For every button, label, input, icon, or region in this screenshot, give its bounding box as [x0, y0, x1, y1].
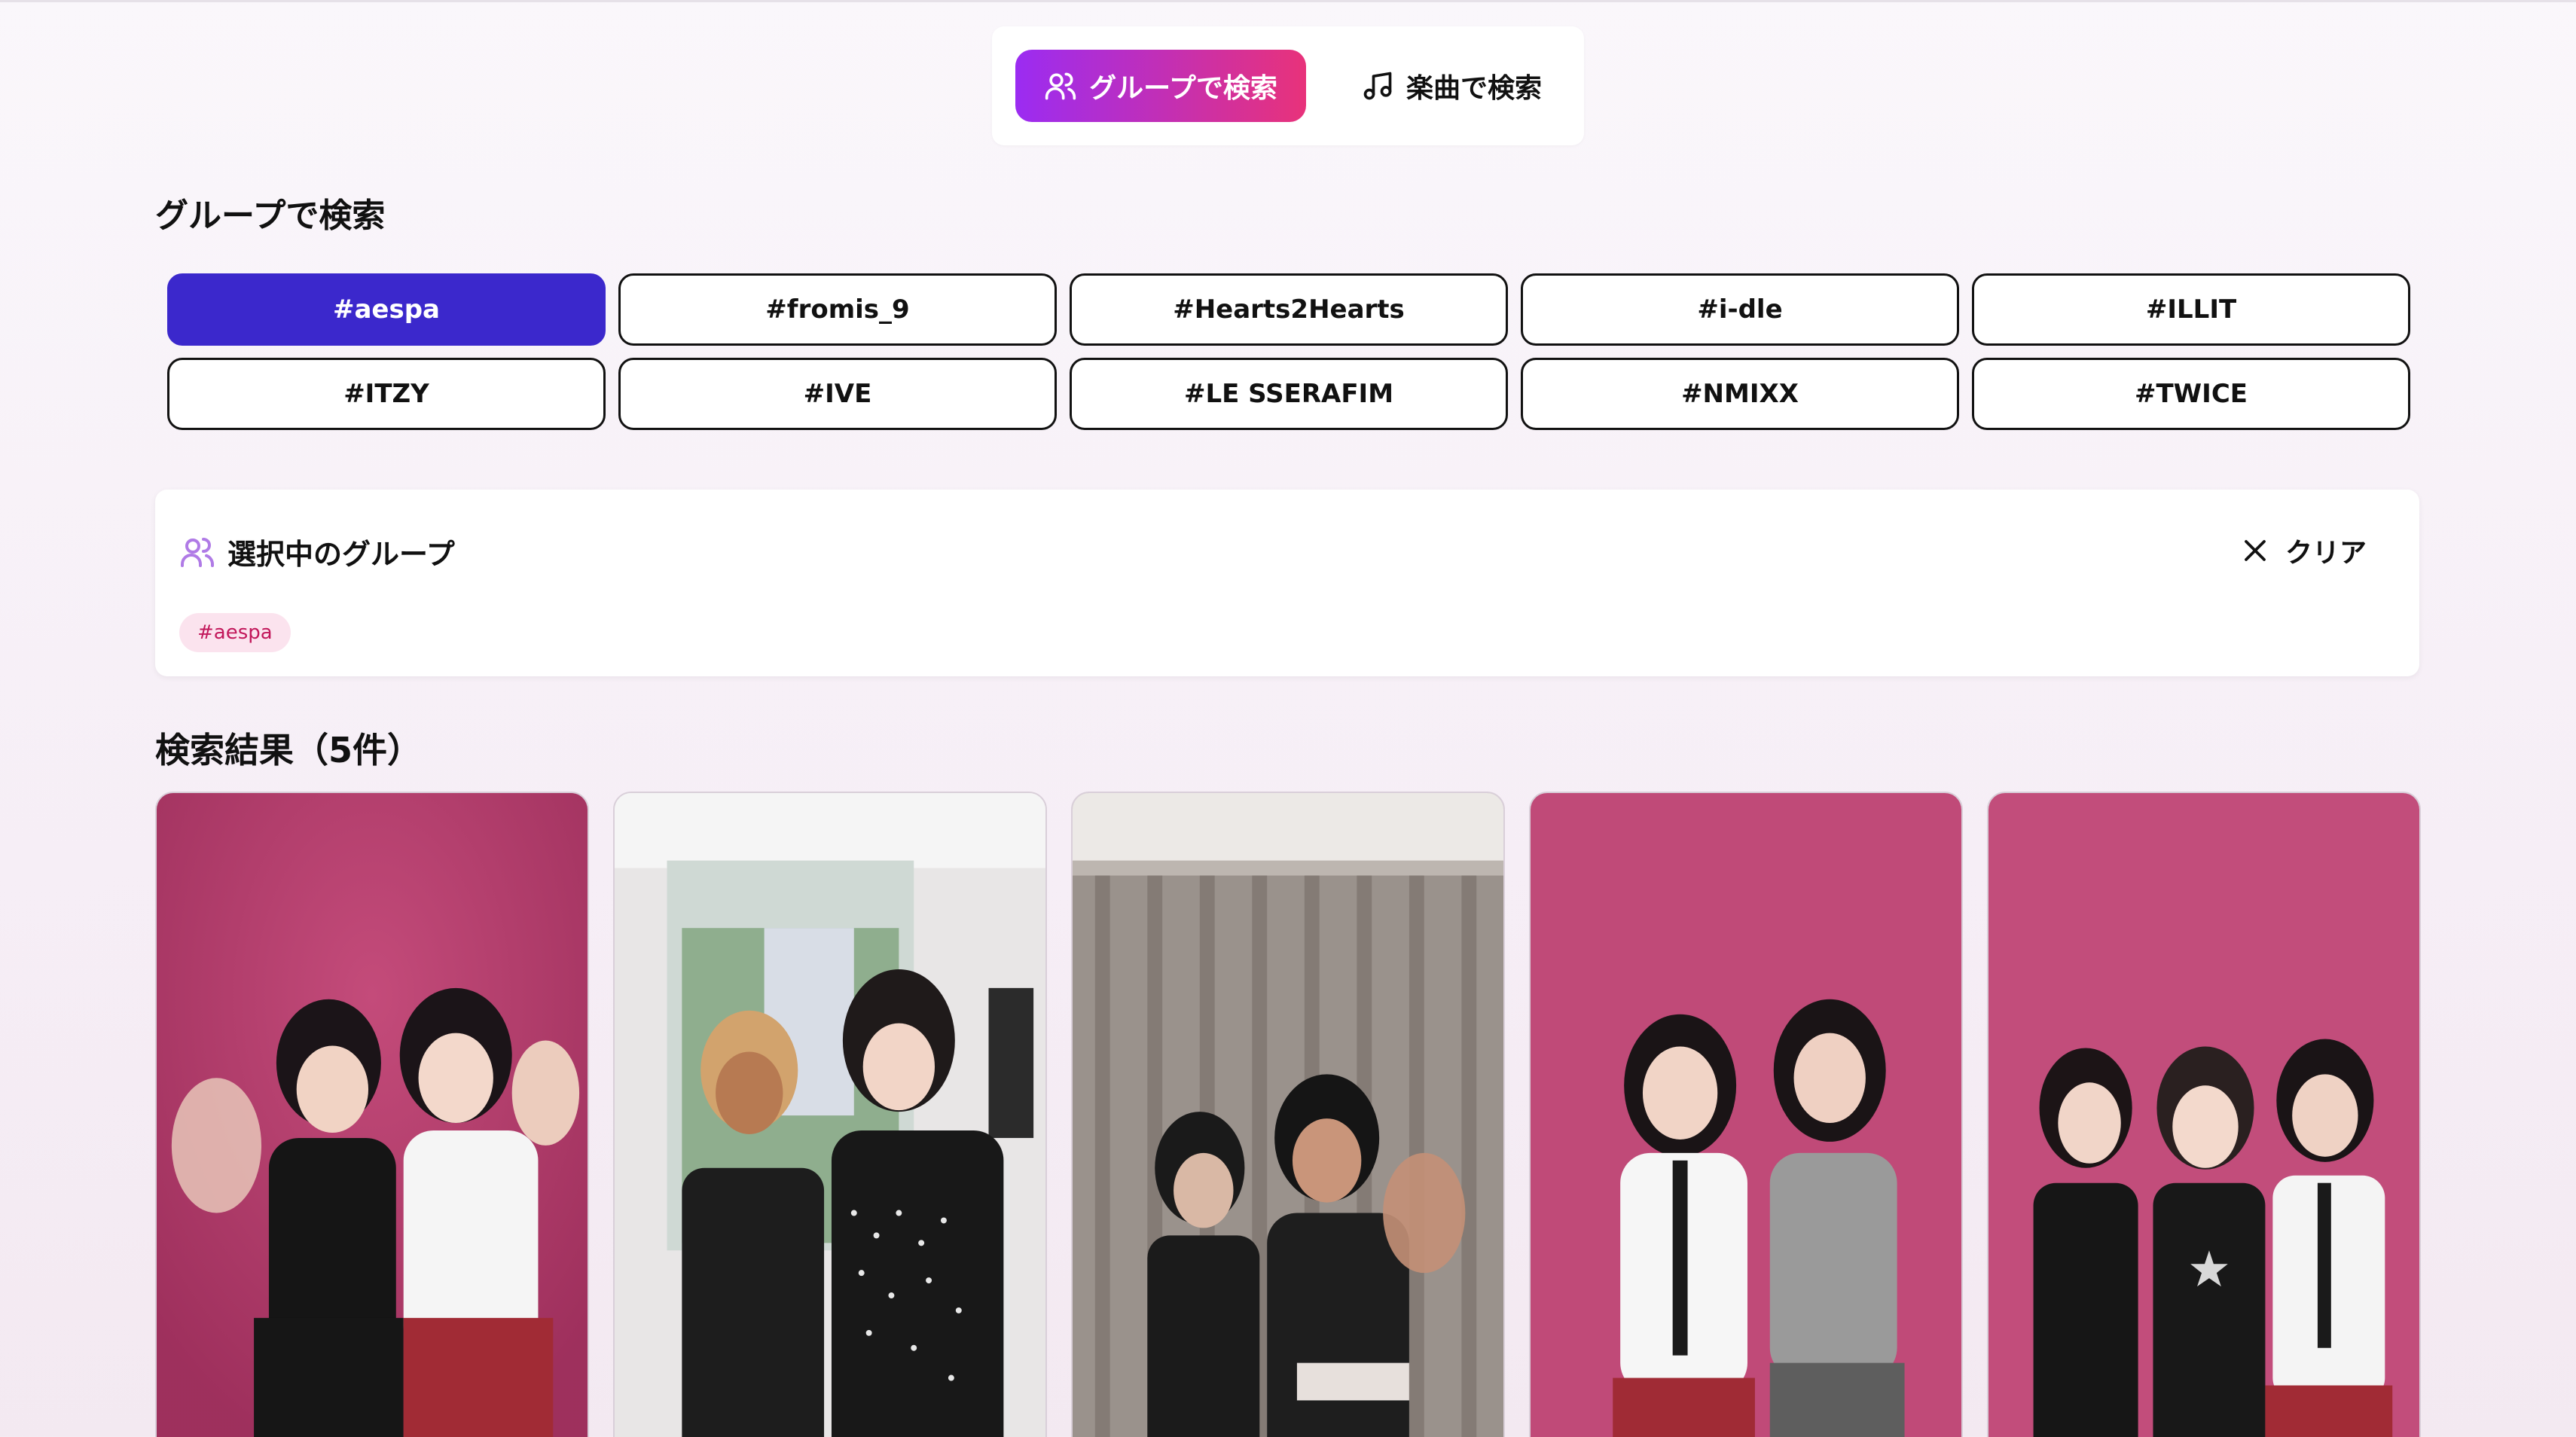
- song-search-tab[interactable]: 楽曲で検索: [1346, 50, 1557, 122]
- tag-button-ive[interactable]: #IVE: [618, 358, 1057, 430]
- video-thumbnail: [1531, 793, 1961, 1437]
- tag-button-fromis9[interactable]: #fromis_9: [618, 273, 1057, 346]
- video-thumbnail: [1988, 793, 2419, 1437]
- group-search-tab[interactable]: グループで検索: [1015, 50, 1306, 122]
- tag-button-aespa[interactable]: #aespa: [167, 273, 606, 346]
- selected-groups-panel: 選択中のグループ クリア #aespa: [155, 490, 2419, 676]
- selected-groups-title: 選択中のグループ: [227, 538, 455, 571]
- tag-button-twice[interactable]: #TWICE: [1972, 358, 2410, 430]
- users-icon: [181, 537, 214, 567]
- tag-button-itzy[interactable]: #ITZY: [167, 358, 606, 430]
- users-icon: [1045, 72, 1076, 100]
- tag-button-idle[interactable]: #i-dle: [1521, 273, 1959, 346]
- clear-button[interactable]: クリア: [2242, 531, 2367, 570]
- video-thumbnail: [615, 793, 1045, 1437]
- video-thumbnail: [1073, 793, 1503, 1437]
- result-card[interactable]: [613, 792, 1047, 1437]
- tag-button-illit[interactable]: #ILLIT: [1972, 273, 2410, 346]
- video-thumbnail: [157, 793, 588, 1437]
- tag-button-nmixx[interactable]: #NMIXX: [1521, 358, 1959, 430]
- close-icon: [2245, 540, 2266, 561]
- section-title: グループで検索: [155, 197, 386, 235]
- result-card[interactable]: [1529, 792, 1963, 1437]
- tag-button-hearts2hearts[interactable]: #Hearts2Hearts: [1070, 273, 1508, 346]
- result-card[interactable]: [1071, 792, 1505, 1437]
- selected-groups-header: 選択中のグループ: [179, 531, 455, 572]
- group-search-tab-label: グループで検索: [1089, 73, 1277, 104]
- top-divider: [0, 0, 2576, 2]
- results-grid: [155, 792, 2421, 1437]
- tag-button-lesserafim[interactable]: #LE SSERAFIM: [1070, 358, 1508, 430]
- selected-chip-aespa[interactable]: #aespa: [179, 613, 291, 652]
- search-mode-switch: グループで検索 楽曲で検索: [992, 26, 1584, 145]
- results-title: 検索結果（5件）: [155, 730, 423, 770]
- music-note-icon: [1363, 72, 1392, 100]
- group-tag-grid: #aespa #fromis_9 #Hearts2Hearts #i-dle #…: [167, 273, 2410, 430]
- result-card[interactable]: [1987, 792, 2421, 1437]
- result-card[interactable]: [155, 792, 589, 1437]
- clear-button-label: クリア: [2285, 538, 2367, 569]
- song-search-tab-label: 楽曲で検索: [1406, 73, 1542, 104]
